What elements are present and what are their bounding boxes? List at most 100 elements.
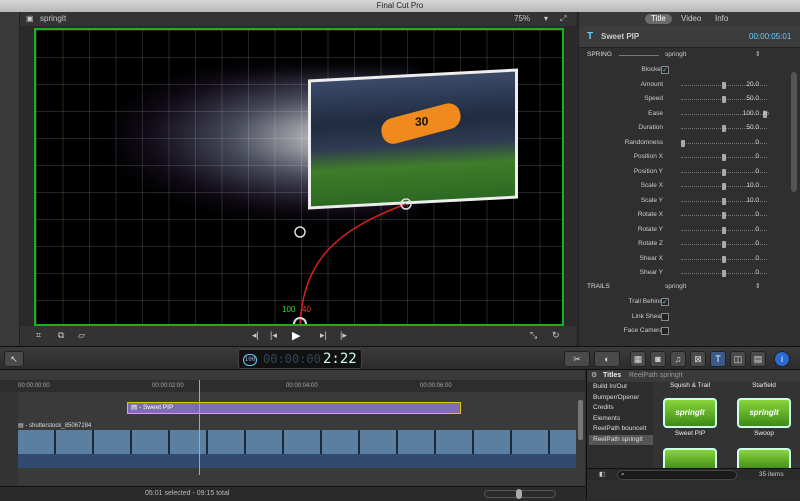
param-slider-knob[interactable] bbox=[722, 241, 726, 248]
prev-frame-icon[interactable]: |◂ bbox=[270, 330, 277, 341]
trails-preset-dropdown-icon[interactable]: ⇕ bbox=[755, 280, 760, 294]
param-checkbox[interactable]: ✓ bbox=[661, 66, 669, 74]
selection-status: 05:01 selected - 09:15 total bbox=[145, 490, 230, 497]
param-value[interactable]: 0 bbox=[755, 150, 759, 164]
transitions-browser-icon[interactable]: ⊠ bbox=[690, 351, 706, 367]
param-value[interactable]: 50.0 bbox=[746, 121, 759, 135]
video-clip[interactable] bbox=[18, 430, 576, 454]
param-value[interactable]: 0 bbox=[755, 266, 759, 280]
param-slider-knob[interactable] bbox=[722, 81, 726, 89]
spring-preset-dropdown-icon[interactable]: ⇕ bbox=[755, 48, 760, 62]
param-slider-knob[interactable] bbox=[681, 139, 685, 147]
video-canvas[interactable]: 30 100 40 bbox=[34, 28, 564, 326]
tab-video[interactable]: Video bbox=[675, 14, 707, 24]
param-value[interactable]: 0 bbox=[755, 237, 759, 251]
param-row: Shear Y 0 bbox=[579, 266, 789, 280]
prev-edit-icon[interactable]: ◂| bbox=[252, 330, 259, 341]
thumb-sweet-pip[interactable]: springIt bbox=[663, 398, 717, 428]
zoom-level[interactable]: 75% bbox=[514, 12, 530, 26]
param-slider-knob[interactable] bbox=[722, 255, 726, 263]
thumb-swoop[interactable]: springIt bbox=[737, 398, 791, 428]
transform-icon[interactable]: ⧉ bbox=[58, 330, 64, 341]
param-value[interactable]: 0 bbox=[755, 136, 759, 150]
browser-search-field[interactable] bbox=[617, 470, 737, 480]
titles-browser-icon[interactable]: T bbox=[710, 351, 726, 367]
next-edit-icon[interactable]: |▸ bbox=[340, 330, 347, 341]
distort-icon[interactable]: ▱ bbox=[78, 330, 85, 341]
trails-preset[interactable]: springIt bbox=[665, 280, 686, 294]
param-unit: % bbox=[763, 109, 769, 117]
crop-icon[interactable]: ⌗ bbox=[36, 330, 41, 341]
motion-path-svg: 100 40 bbox=[282, 198, 412, 324]
category-item[interactable]: Elements bbox=[589, 414, 653, 425]
next-frame-icon[interactable]: ▸| bbox=[320, 330, 327, 341]
param-slider-knob[interactable] bbox=[722, 154, 726, 161]
category-item[interactable]: Build In/Out bbox=[589, 382, 653, 393]
play-icon[interactable]: ▶ bbox=[292, 329, 300, 342]
param-slider-knob[interactable] bbox=[722, 96, 726, 103]
transitions-tool-icon[interactable]: ✂ bbox=[564, 351, 590, 367]
param-value[interactable]: 0 bbox=[755, 252, 759, 266]
param-slider-knob[interactable] bbox=[722, 125, 726, 132]
category-item-selected[interactable]: ReelPath springIt bbox=[589, 434, 653, 445]
inspector-scrollbar[interactable] bbox=[791, 72, 797, 192]
view-menu-icon[interactable]: ▾ bbox=[544, 12, 548, 26]
param-slider-knob[interactable] bbox=[722, 270, 726, 277]
category-item[interactable]: Credits bbox=[589, 403, 653, 414]
zoom-slider-knob[interactable] bbox=[516, 489, 522, 499]
param-slider-knob[interactable] bbox=[722, 226, 726, 234]
select-tool-icon[interactable]: ↖ bbox=[4, 351, 24, 367]
param-value[interactable]: 10.0 bbox=[746, 179, 759, 193]
loop-icon[interactable]: ↻ bbox=[552, 330, 560, 341]
param-slider-knob[interactable] bbox=[722, 168, 726, 176]
category-item[interactable]: ReelPath bounceIt bbox=[589, 424, 653, 435]
audio-waveform[interactable] bbox=[18, 454, 576, 468]
param-checkbox[interactable]: ✓ bbox=[661, 298, 669, 306]
param-row: Randomness 0 bbox=[579, 136, 789, 150]
param-checkbox[interactable] bbox=[661, 312, 669, 321]
fullscreen-icon[interactable]: ⤢ bbox=[560, 12, 566, 26]
list-view-icon[interactable]: ◧ bbox=[599, 469, 605, 481]
param-label: Shear Y bbox=[639, 269, 663, 276]
playhead[interactable] bbox=[199, 380, 200, 475]
generators-browser-icon[interactable]: ◫ bbox=[730, 351, 746, 367]
speed-tool-icon[interactable]: ◐ bbox=[594, 351, 620, 367]
param-slider-knob[interactable] bbox=[722, 183, 726, 190]
themes-browser-icon[interactable]: ▤ bbox=[750, 351, 766, 367]
window-titlebar: Final Cut Pro bbox=[0, 0, 800, 12]
app-title: Final Cut Pro bbox=[376, 1, 424, 10]
tab-info[interactable]: Info bbox=[709, 14, 734, 24]
param-value[interactable]: 0 bbox=[755, 223, 759, 237]
viewer-header: ▣ springIt 75% ▾ ⤢ bbox=[20, 12, 576, 26]
photos-browser-icon[interactable]: ◙ bbox=[650, 351, 666, 367]
param-slider-knob[interactable] bbox=[722, 212, 726, 219]
browser-gear-icon[interactable]: ⚙ bbox=[591, 370, 597, 382]
timeline-ruler[interactable]: 00:00:00:00 00:00:02:00 00:00:04:00 00:0… bbox=[0, 380, 585, 392]
inspector-toggle-icon[interactable]: i bbox=[774, 351, 790, 367]
param-checkbox[interactable] bbox=[661, 327, 669, 335]
param-value[interactable]: 50.0 bbox=[746, 92, 759, 106]
param-slider[interactable] bbox=[681, 142, 767, 144]
param-value[interactable]: 100.0 bbox=[743, 107, 759, 121]
timeline-scrollbar[interactable] bbox=[578, 400, 583, 440]
param-value[interactable]: 0 bbox=[755, 208, 759, 222]
tab-title[interactable]: Title bbox=[645, 14, 672, 24]
param-value[interactable]: 20.0 bbox=[746, 78, 759, 92]
ruler-tick-0: 00:00:00:00 bbox=[18, 383, 50, 389]
title-clip[interactable]: ▤ - Sweet PIP bbox=[127, 402, 461, 414]
param-value[interactable]: 0 bbox=[755, 165, 759, 179]
effects-browser-icon[interactable]: ▦ bbox=[630, 351, 646, 367]
param-label: Ease bbox=[648, 109, 663, 117]
music-browser-icon[interactable]: ♫ bbox=[670, 351, 686, 367]
thumb-label-swoop: Swoop bbox=[754, 430, 774, 437]
section-divider bbox=[619, 55, 659, 56]
param-label: Randomness bbox=[624, 138, 663, 146]
transform-handle[interactable] bbox=[294, 226, 306, 238]
expand-icon[interactable]: ⤡ bbox=[530, 330, 537, 341]
motion-path[interactable] bbox=[299, 203, 407, 324]
param-slider-knob[interactable] bbox=[722, 197, 726, 205]
spring-preset[interactable]: springIt bbox=[665, 48, 686, 62]
param-value[interactable]: 10.0 bbox=[746, 194, 759, 208]
viewer-panel: ▣ springIt 75% ▾ ⤢ 30 100 40 ⌗ ⧉ ▱ ◂| |◂… bbox=[20, 12, 576, 346]
category-item[interactable]: Bumper/Opener bbox=[589, 393, 653, 404]
